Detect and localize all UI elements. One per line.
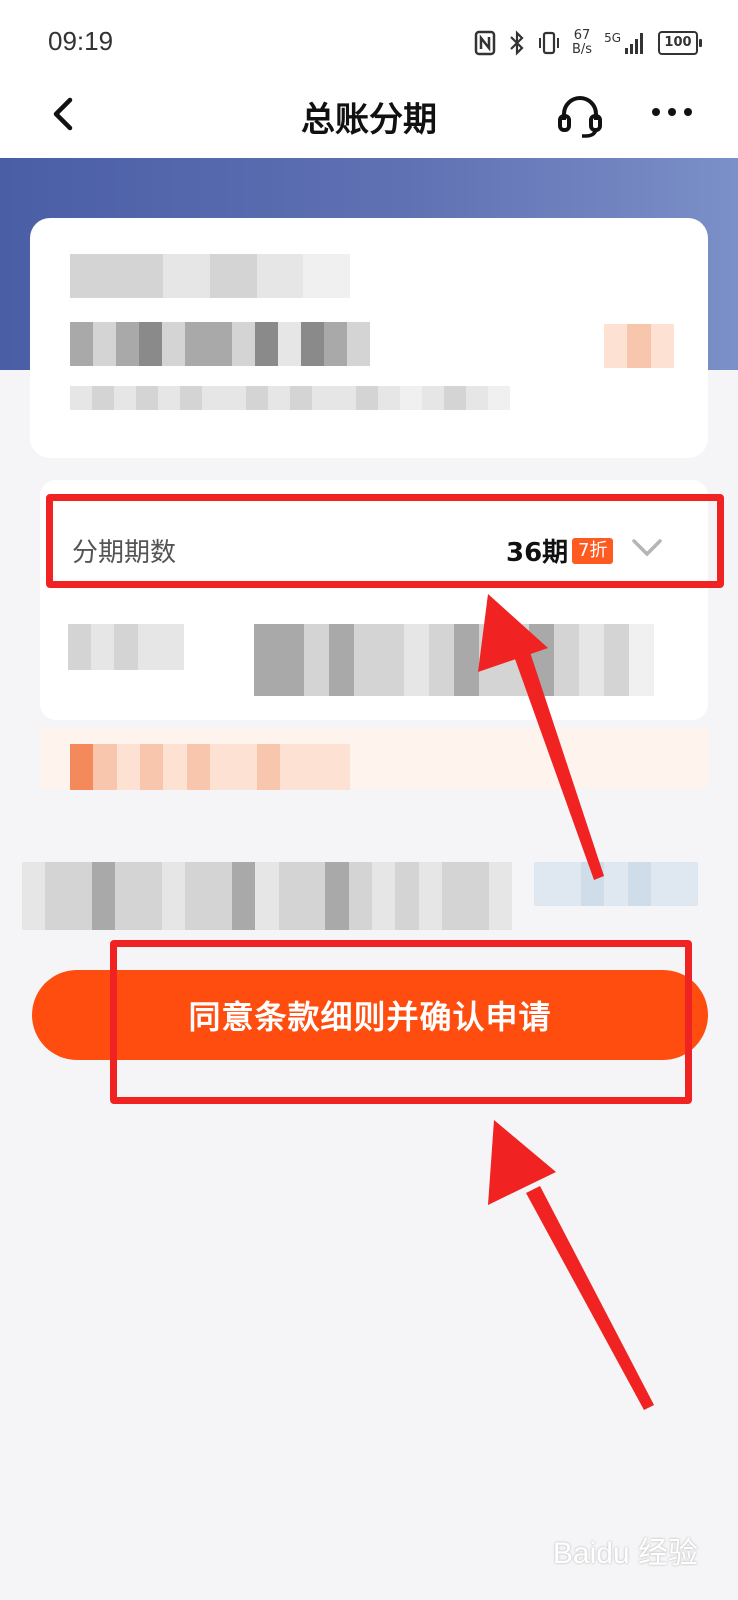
battery-icon: 100 xyxy=(658,31,702,55)
annotation-box-installment xyxy=(46,494,724,588)
page-title: 总账分期 xyxy=(301,100,437,140)
network-speed-unit: B/s xyxy=(571,42,593,57)
watermark: Baidu 经验 xyxy=(552,1537,698,1570)
customer-service-icon[interactable] xyxy=(556,92,604,140)
more-icon[interactable] xyxy=(650,102,694,122)
redacted-title xyxy=(70,254,350,298)
redacted-description xyxy=(70,386,510,410)
redacted-promo-text xyxy=(70,744,350,790)
annotation-box-button xyxy=(110,940,692,1104)
redacted-fee-value xyxy=(254,624,654,696)
status-bar: 09:19 67 B/s 5G 100 xyxy=(0,0,738,80)
signal-icon xyxy=(625,33,643,54)
bill-summary-card xyxy=(30,218,708,458)
network-type: 5G xyxy=(604,31,621,45)
network-speed-value: 67 xyxy=(573,28,591,43)
status-icons: 67 B/s 5G 100 xyxy=(474,26,702,60)
bluetooth-icon xyxy=(510,30,524,56)
redacted-terms-link[interactable] xyxy=(534,862,698,906)
redacted-terms-text xyxy=(22,862,512,930)
battery-level: 100 xyxy=(664,35,692,50)
status-time: 09:19 xyxy=(48,26,114,56)
nfc-icon xyxy=(474,30,496,56)
signal-group: 5G xyxy=(604,31,646,55)
annotation-arrow-up-2 xyxy=(488,1120,654,1410)
nav-bar: 总账分期 xyxy=(0,80,738,158)
vibrate-icon xyxy=(538,31,559,55)
network-speed: 67 B/s xyxy=(572,29,592,57)
redacted-tag xyxy=(604,324,674,368)
redacted-amount xyxy=(70,322,370,366)
redacted-fee-label xyxy=(68,624,184,670)
